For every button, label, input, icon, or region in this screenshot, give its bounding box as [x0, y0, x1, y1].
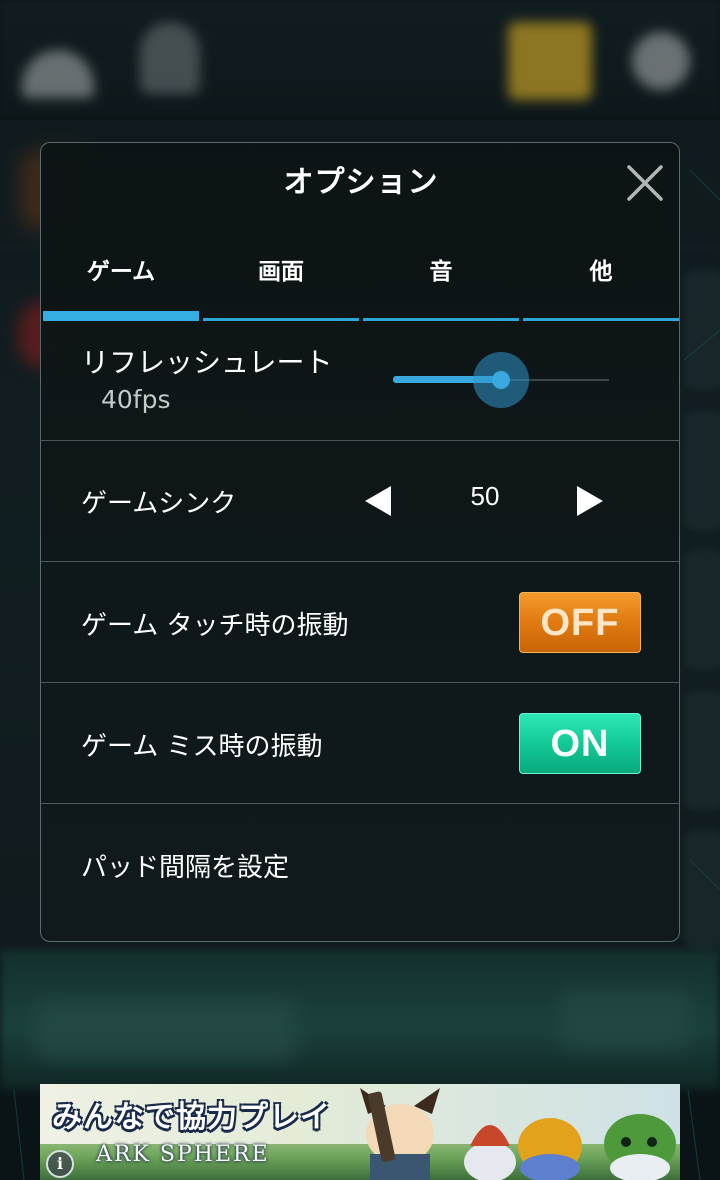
- tab-sound[interactable]: 音: [361, 243, 521, 321]
- miss-vibration-toggle[interactable]: ON: [519, 713, 641, 774]
- ad-characters-illustration: [360, 1088, 676, 1180]
- setting-label: リフレッシュレート: [81, 346, 333, 379]
- setting-label: ゲーム タッチ時の振動: [81, 611, 349, 641]
- dialog-title: オプション: [283, 165, 439, 200]
- tab-game[interactable]: ゲーム: [41, 243, 201, 321]
- tab-label: 画面: [258, 259, 304, 285]
- increment-button[interactable]: [575, 484, 605, 518]
- setting-game-sync: ゲームシンク 50: [41, 440, 679, 561]
- setting-touch-vibration: ゲーム タッチ時の振動 OFF: [41, 561, 679, 682]
- info-icon[interactable]: i: [46, 1150, 74, 1178]
- setting-refresh-rate: リフレッシュレート 40fps: [41, 319, 679, 440]
- close-button[interactable]: [621, 159, 669, 207]
- ad-banner[interactable]: みんなで協力プレイ ARK SPHERE i: [40, 1084, 680, 1180]
- setting-miss-vibration: ゲーム ミス時の振動 ON: [41, 682, 679, 803]
- tab-other[interactable]: 他: [521, 243, 679, 321]
- tab-screen[interactable]: 画面: [201, 243, 361, 321]
- setting-pad-spacing[interactable]: パッド間隔を設定: [41, 803, 679, 941]
- setting-label: ゲームシンク: [81, 489, 237, 519]
- decrement-button[interactable]: [363, 484, 393, 518]
- triangle-left-icon: [365, 486, 391, 516]
- setting-label: パッド間隔を設定: [81, 853, 290, 883]
- game-sync-value: 50: [470, 481, 500, 511]
- tab-bar: ゲーム 画面 音 他: [41, 243, 679, 321]
- touch-vibration-toggle[interactable]: OFF: [519, 592, 641, 653]
- slider-knob[interactable]: [492, 371, 510, 389]
- ad-logo: ARK SPHERE: [96, 1142, 270, 1167]
- tab-label: ゲーム: [86, 259, 156, 285]
- triangle-right-icon: [577, 486, 603, 516]
- refresh-rate-value: 40fps: [101, 385, 171, 414]
- tab-label: 音: [429, 259, 453, 285]
- close-icon: [627, 165, 663, 201]
- tab-label: 他: [589, 259, 613, 285]
- options-dialog: オプション ゲーム 画面 音 他 リフレッシュレート 40fps ゲームシンク …: [40, 142, 680, 942]
- setting-label: ゲーム ミス時の振動: [81, 732, 323, 762]
- ad-headline: みんなで協力プレイ: [52, 1100, 331, 1135]
